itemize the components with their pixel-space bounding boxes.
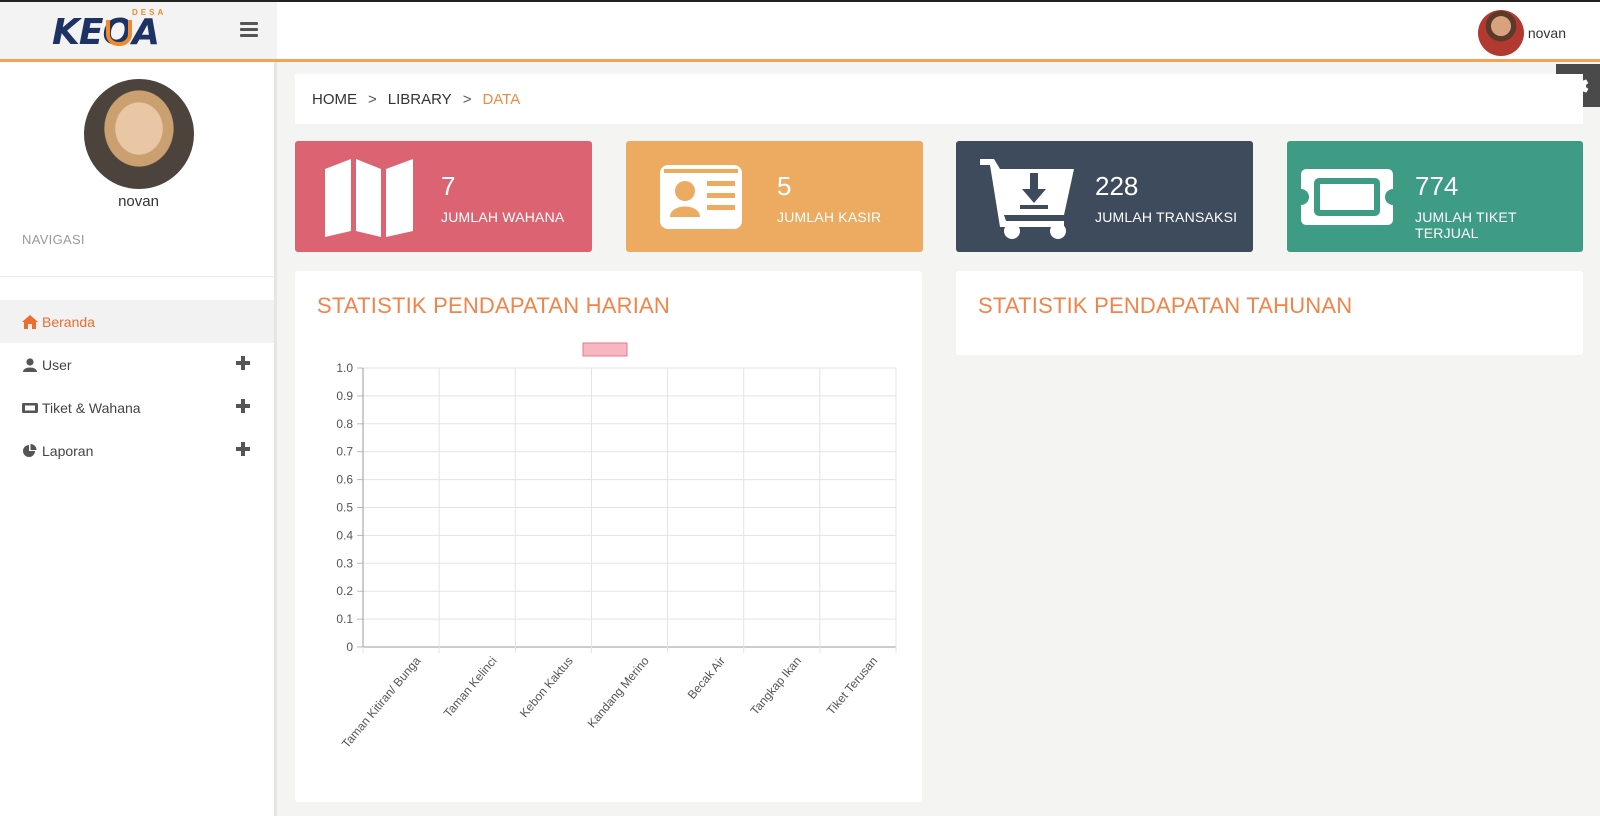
top-user-menu[interactable]: novan — [1477, 10, 1566, 56]
ticket-icon — [1301, 169, 1393, 225]
stat-card-wahana[interactable]: 7 JUMLAH WAHANA — [295, 141, 592, 252]
y-tick-label: 0.1 — [336, 612, 353, 626]
logo[interactable]: KEOA DESA — [52, 8, 172, 54]
stat-label: JUMLAH WAHANA — [441, 209, 565, 225]
x-tick-label: Taman Kelinci — [441, 654, 500, 720]
sidebar-item-beranda[interactable]: Beranda — [0, 300, 274, 343]
stat-value: 5 — [777, 171, 792, 201]
cart-download-icon — [980, 159, 1074, 239]
expand-plus-icon[interactable] — [236, 442, 250, 456]
sidebar-item-label: Beranda — [42, 313, 95, 330]
x-tick-label: Kebon Kaktus — [517, 654, 576, 720]
y-tick-label: 0.6 — [336, 473, 353, 487]
top-avatar — [1477, 10, 1524, 56]
logo-subtext: DESA — [132, 8, 167, 17]
expand-plus-icon[interactable] — [236, 356, 250, 370]
sidebar-item-label: Laporan — [42, 442, 94, 459]
stat-value: 774 — [1415, 171, 1459, 201]
sidebar-item-label: User — [42, 356, 72, 373]
y-tick-label: 0.4 — [336, 528, 353, 542]
stat-label: JUMLAH TRANSAKSI — [1095, 209, 1238, 225]
breadcrumb: HOME > LIBRARY > DATA — [295, 74, 1583, 124]
stat-label: JUMLAH TIKET TERJUAL — [1415, 209, 1517, 241]
y-tick-label: 1.0 — [336, 361, 353, 375]
y-tick-label: 0.2 — [336, 584, 353, 598]
id-card-icon — [660, 165, 742, 229]
legend-swatch — [582, 342, 628, 357]
breadcrumb-separator: > — [368, 90, 377, 108]
expand-plus-icon[interactable] — [236, 399, 250, 413]
stat-value: 228 — [1095, 171, 1139, 201]
x-tick-label: Kandang Merino — [585, 654, 653, 731]
pie-chart-icon — [23, 443, 37, 457]
profile-name: novan — [118, 193, 159, 210]
y-tick-label: 0.5 — [336, 501, 353, 515]
profile-avatar — [84, 79, 194, 189]
x-tick-label: Taman Kitiran/ Bunga — [339, 654, 424, 751]
x-tick-label: Tiket Terusan — [824, 654, 881, 718]
user-icon — [23, 357, 37, 372]
nav-header: NAVIGASI — [22, 232, 85, 247]
home-icon — [22, 314, 38, 329]
x-tick-label: Becak Air — [685, 654, 728, 702]
panel-title: STATISTIK PENDAPATAN TAHUNAN — [978, 293, 1353, 318]
daily-revenue-panel: STATISTIK PENDAPATAN HARIAN 0 0.1 0.2 0.3 0.… — [295, 271, 922, 802]
stat-card-transaksi[interactable]: 228 JUMLAH TRANSAKSI — [956, 141, 1253, 252]
shopping-bag-icon — [106, 20, 132, 46]
brand-area: KEOA DESA — [0, 2, 277, 59]
breadcrumb-current: DATA — [482, 90, 521, 108]
ticket-icon — [22, 402, 38, 413]
y-tick-label: 0.8 — [336, 417, 353, 431]
top-user-name: novan — [1527, 25, 1566, 41]
hamburger-menu-icon[interactable] — [240, 22, 258, 38]
stat-value: 7 — [441, 171, 456, 201]
y-tick-label: 0.3 — [336, 556, 353, 570]
nav-divider — [0, 276, 274, 277]
stat-card-kasir[interactable]: 5 JUMLAH KASIR — [626, 141, 923, 252]
sidebar-item-label: Tiket & Wahana — [42, 399, 141, 416]
top-bar: KEOA DESA novan — [0, 0, 1600, 62]
sidebar-item-tiket-wahana[interactable]: Tiket & Wahana — [0, 386, 274, 429]
yearly-revenue-panel: STATISTIK PENDAPATAN TAHUNAN — [956, 271, 1583, 355]
sidebar: novan NAVIGASI Beranda User Tiket & Waha… — [0, 62, 277, 816]
y-tick-label: 0 — [346, 640, 353, 654]
sidebar-item-laporan[interactable]: Laporan — [0, 429, 274, 472]
stat-card-tiket[interactable]: 774 JUMLAH TIKET TERJUAL — [1287, 141, 1583, 252]
x-tick-label: Tangkap Ikan — [748, 654, 805, 718]
y-tick-label: 0.7 — [336, 445, 353, 459]
breadcrumb-library[interactable]: LIBRARY — [388, 91, 452, 108]
sidebar-item-user[interactable]: User — [0, 343, 274, 386]
daily-revenue-chart: 0 0.1 0.2 0.3 0.4 0.5 0.6 0.7 0.8 0.9 1.0 Taman Kit… — [336, 342, 897, 751]
breadcrumb-home[interactable]: HOME — [312, 91, 357, 108]
stat-label: JUMLAH KASIR — [777, 209, 882, 225]
y-tick-label: 0.9 — [336, 389, 353, 403]
nav-list: Beranda User Tiket & Wahana Laporan — [0, 300, 274, 472]
map-icon — [325, 159, 413, 237]
breadcrumb-separator: > — [462, 90, 472, 108]
